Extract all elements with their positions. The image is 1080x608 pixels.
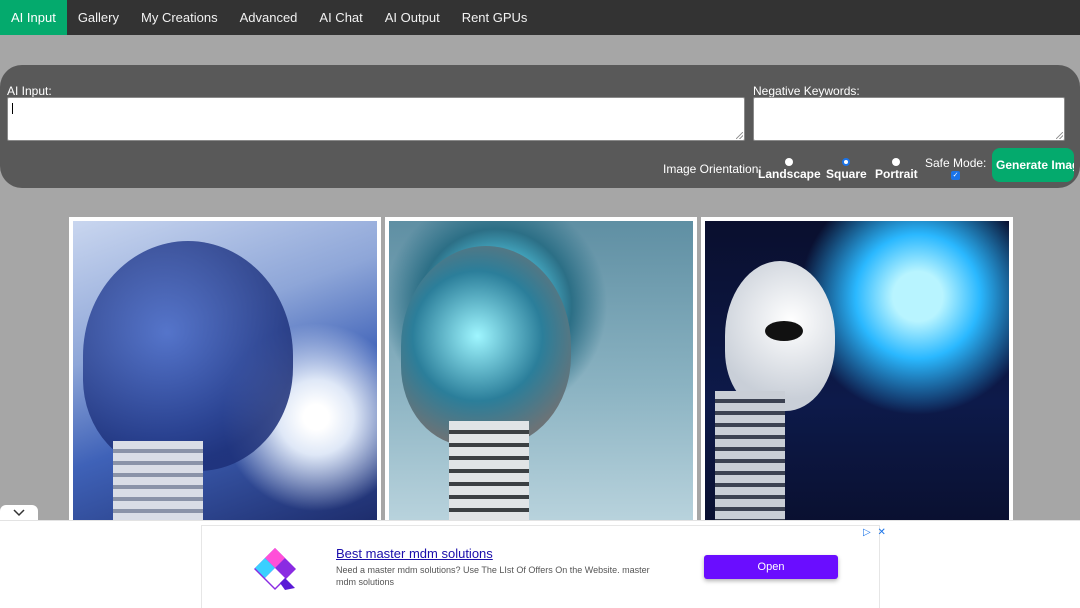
ad-box[interactable]: Best master mdm solutions Need a master … bbox=[201, 525, 886, 608]
text-caret bbox=[12, 103, 13, 114]
negative-keywords-textarea[interactable] bbox=[753, 97, 1065, 141]
humanoid-robot-sphere-image[interactable] bbox=[705, 221, 1009, 523]
ad-description: Need a master mdm solutions? Use The LIs… bbox=[336, 565, 650, 587]
nav-advanced[interactable]: Advanced bbox=[229, 0, 309, 35]
orientation-square-option[interactable]: Square bbox=[826, 158, 867, 181]
ad-open-button[interactable]: Open bbox=[704, 555, 838, 579]
head-shape bbox=[401, 246, 571, 446]
robot-head-glowing-brain-image[interactable] bbox=[389, 221, 693, 523]
safe-mode-checkbox[interactable]: ✓ bbox=[951, 171, 960, 180]
neck-shape bbox=[715, 391, 785, 523]
orientation-portrait-label: Portrait bbox=[875, 167, 918, 181]
gallery-card[interactable] bbox=[69, 217, 381, 527]
ad-bar: Best master mdm solutions Need a master … bbox=[0, 520, 1080, 608]
gallery-card[interactable] bbox=[701, 217, 1013, 527]
orientation-landscape-option[interactable]: Landscape bbox=[758, 158, 821, 181]
top-nav: AI Input Gallery My Creations Advanced A… bbox=[0, 0, 1080, 35]
gallery-card[interactable] bbox=[385, 217, 697, 527]
ad-logo-icon bbox=[254, 548, 296, 590]
ad-controls: ▷ ✕ bbox=[859, 527, 886, 538]
nav-rent-gpus[interactable]: Rent GPUs bbox=[451, 0, 539, 35]
orientation-landscape-radio[interactable] bbox=[785, 158, 794, 166]
eye-shape bbox=[765, 321, 803, 341]
nav-ai-output[interactable]: AI Output bbox=[374, 0, 451, 35]
orientation-portrait-radio[interactable] bbox=[892, 158, 901, 166]
resize-grip-icon[interactable] bbox=[736, 132, 743, 139]
neck-shape bbox=[113, 441, 203, 523]
close-icon[interactable]: ✕ bbox=[877, 527, 885, 538]
image-orientation-label: Image Orientation: bbox=[663, 162, 762, 176]
ai-input-textarea[interactable] bbox=[7, 97, 745, 141]
ad-title[interactable]: Best master mdm solutions bbox=[336, 546, 493, 561]
orientation-square-radio[interactable] bbox=[842, 158, 851, 166]
nav-ai-chat[interactable]: AI Chat bbox=[308, 0, 373, 35]
orientation-portrait-option[interactable]: Portrait bbox=[875, 158, 918, 181]
generate-image-button[interactable]: Generate Image bbox=[992, 148, 1074, 182]
resize-grip-icon[interactable] bbox=[1056, 132, 1063, 139]
nav-my-creations[interactable]: My Creations bbox=[130, 0, 229, 35]
ad-collapse-button[interactable] bbox=[0, 505, 38, 521]
head-shape bbox=[83, 241, 293, 471]
safe-mode-label: Safe Mode: bbox=[925, 156, 987, 170]
nav-gallery[interactable]: Gallery bbox=[67, 0, 130, 35]
ai-input-label: AI Input: bbox=[7, 84, 52, 98]
robot-head-network-image[interactable] bbox=[73, 221, 377, 523]
negative-keywords-label: Negative Keywords: bbox=[753, 84, 860, 98]
orientation-landscape-label: Landscape bbox=[758, 167, 821, 181]
chevron-down-icon bbox=[13, 509, 25, 517]
nav-ai-input[interactable]: AI Input bbox=[0, 0, 67, 35]
adchoices-icon[interactable]: ▷ bbox=[863, 527, 871, 538]
neck-shape bbox=[449, 421, 529, 523]
orientation-square-label: Square bbox=[826, 167, 867, 181]
